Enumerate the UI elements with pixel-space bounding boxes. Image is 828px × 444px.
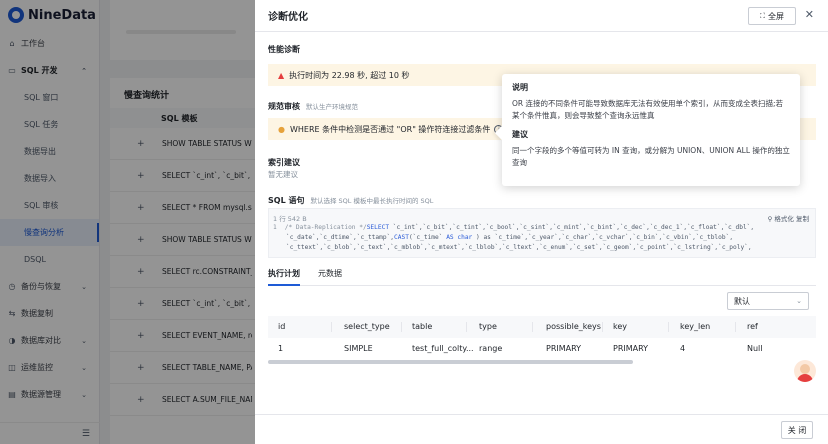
sql-text: ) as `c_time`,`c_year`,`c_char`,`c_vchar… [472,234,734,241]
tab-execution-plan[interactable]: 执行计划 [268,268,300,286]
tooltip-title-suggestion: 建议 [512,130,528,139]
sql-editor[interactable]: 1 行 542 B ⚲ 格式化 复制 1 /* Data-Replication … [268,208,816,258]
execution-plan-table: id select_type table type possible_keys … [268,316,816,360]
col-separator [532,322,533,332]
sql-keyword: AS char [446,234,473,241]
sql-section: SQL 语句 默认选择 SQL 模板中最长执行时间的 SQL [268,195,433,206]
tooltip-title-description: 说明 [512,83,528,92]
sql-line-1: 1 /* Data-Replication */SELECT `c_int`,`c… [273,224,754,231]
rule-tooltip: 说明 OR 连接的不同条件可能导致数据库无法有效使用单个索引，从而变成全表扫描;… [494,74,800,186]
col-ref: ref [747,322,758,331]
cell-type: range [479,344,503,353]
col-key: key [613,322,628,331]
review-alert-text: WHERE 条件中检测是否通过 "OR" 操作符连接过滤条件 [289,124,491,134]
col-separator [401,322,402,332]
tooltip-text-description: OR 连接的不同条件可能导致数据库无法有效使用单个索引，从而变成全表扫描;若某个… [512,99,784,120]
col-separator [331,322,332,332]
index-advice-title: 索引建议 [268,158,300,167]
sql-note: 默认选择 SQL 模板中最长执行时间的 SQL [310,197,434,205]
support-avatar[interactable] [794,360,816,382]
col-select-type: select_type [344,322,390,331]
table-header: id select_type table type possible_keys … [268,316,816,338]
cell-id: 1 [278,344,284,353]
col-type: type [479,322,497,331]
review-note: 默认生产环境规范 [306,103,358,111]
fullscreen-icon: ⛶ [760,11,765,20]
col-id: id [278,322,286,331]
close-icon[interactable]: ✕ [805,8,814,21]
diagnosis-drawer: 诊断优化 ⛶ 全屏 ✕ 性能诊断 ▲ 执行时间为 22.98 秒, 超过 10 … [255,0,828,444]
tooltip-text-suggestion: 同一个字段的多个等值可转为 IN 查询，或分解为 UNION、UNION ALL… [512,146,790,167]
col-separator [602,322,603,332]
sql-line-3: `c_ttext`,`c_blob`,`c_text`,`c_mblob`,`c… [286,244,752,251]
drawer-title: 诊断优化 [268,12,308,23]
chevron-down-icon: ⌄ [796,297,802,305]
sql-text: `c_int`,`c_bit`,`c_tint`,`c_bool`,`c_sin… [389,224,755,231]
sql-text: (`c_time` [408,234,447,241]
sql-keyword: CAST [394,234,409,241]
fullscreen-label: 全屏 [767,11,784,21]
perf-diagnosis-title: 性能诊断 [268,45,300,54]
col-table: table [412,322,433,331]
cell-select-type: SIMPLE [344,344,373,353]
col-separator [668,322,669,332]
col-key-len: key_len [680,322,711,331]
cell-key-len: 4 [680,344,686,353]
lightbulb-icon: ● [278,124,285,134]
tab-metadata[interactable]: 元数据 [318,268,342,286]
sql-tools-label: 格式化 复制 [774,215,809,223]
plan-select-value: 默认 [734,296,750,306]
sql-meta: 1 行 542 B [273,215,307,223]
sql-line-2: `c_date`,`c_dtime`,`c_ttamp`,CAST(`c_tim… [286,234,733,241]
sql-comment: /* Data-Replication */ [284,224,367,231]
cell-ref: Null [747,344,763,353]
warning-icon: ▲ [278,70,285,80]
fullscreen-button[interactable]: ⛶ 全屏 [748,7,796,25]
horizontal-scrollbar[interactable] [268,360,633,364]
sql-keyword: SELECT [366,224,390,231]
drawer-header: 诊断优化 ⛶ 全屏 ✕ [255,0,828,32]
cell-possible-keys: PRIMARY [546,344,582,353]
sql-title: SQL 语句 [268,196,305,205]
drawer-footer: 关 闭 [255,414,828,444]
tabs: 执行计划 元数据 [268,268,816,286]
cell-table: test_full_colty... [412,344,474,353]
col-possible-keys: possible_keys [546,322,601,331]
close-button[interactable]: 关 闭 [781,421,813,439]
line-number: 1 [273,224,277,231]
perf-alert-text: 执行时间为 22.98 秒, 超过 10 秒 [289,70,410,80]
review-title: 规范审核 [268,102,300,111]
cell-key: PRIMARY [613,344,649,353]
col-separator [735,322,736,332]
review-section: 规范审核 默认生产环境规范 [268,101,358,112]
sql-text: `c_date`,`c_dtime`,`c_ttamp`, [286,234,395,241]
table-row[interactable]: 1 SIMPLE test_full_colty... range PRIMAR… [268,338,816,360]
index-advice-empty: 暂无建议 [268,170,298,179]
col-separator [466,322,467,332]
plan-select[interactable]: 默认 ⌄ [727,292,809,310]
modal-overlay[interactable] [0,0,255,444]
sql-tools[interactable]: ⚲ 格式化 复制 [768,213,809,223]
